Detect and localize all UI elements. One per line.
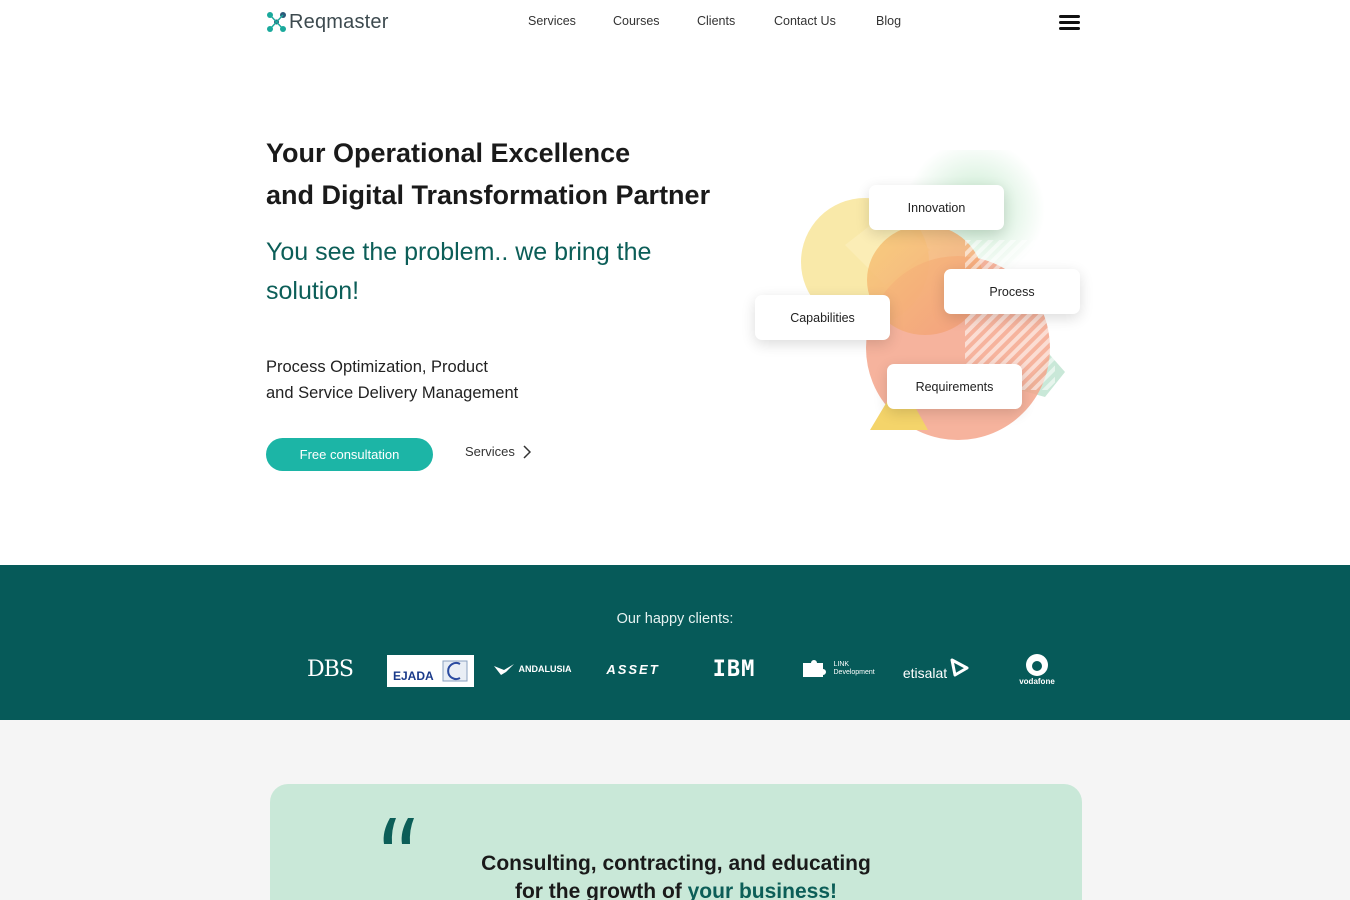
hero-title-line1: Your Operational Excellence <box>266 138 631 168</box>
vodafone-speechmark-icon <box>1026 653 1048 676</box>
card-innovation: Innovation <box>869 185 1004 230</box>
logo-mark-icon <box>267 12 286 32</box>
client-logo-asset: ASSET <box>594 649 672 689</box>
chevron-right-icon <box>523 444 531 459</box>
quote-mark-icon <box>383 818 414 844</box>
nav-services[interactable]: Services <box>528 14 576 28</box>
hero-description: Process Optimization, Product and Servic… <box>266 354 586 406</box>
site-header: Reqmaster Services Courses Clients Conta… <box>0 0 1350 44</box>
client-etisalat-text: etisalat <box>902 665 948 681</box>
client-logo-andalusia: ANDALUSIA <box>492 649 572 689</box>
client-andalusia-text: ANDALUSIA <box>518 664 572 674</box>
hero-title-line2: and Digital Transformation Partner <box>266 180 711 210</box>
nav-blog[interactable]: Blog <box>876 14 901 28</box>
client-asset-text: ASSET <box>606 661 660 677</box>
quote-line2-prefix: for the growth of <box>514 880 688 900</box>
quote-section: Consulting, contracting, and educating f… <box>0 720 1350 900</box>
quote-line1: Consulting, contracting, and educating <box>481 852 871 875</box>
card-capabilities: Capabilities <box>755 295 890 340</box>
hero-subtitle: You see the problem.. we bring the solut… <box>266 238 652 305</box>
hero-desc-line2: and Service Delivery Management <box>266 384 519 402</box>
services-link-label: Services <box>465 444 515 459</box>
services-link[interactable]: Services <box>465 444 531 459</box>
hamburger-menu-icon[interactable] <box>1059 15 1080 30</box>
client-logo-ibm: IBM <box>704 649 764 689</box>
etisalat-mark-icon <box>950 658 969 677</box>
card-process: Process <box>944 269 1080 314</box>
nav-clients[interactable]: Clients <box>697 14 735 28</box>
client-logo-link-development: LINK Development <box>797 649 877 689</box>
client-logo-dbs: DBS <box>300 649 360 689</box>
hero-desc-line1: Process Optimization, Product <box>266 358 488 376</box>
client-vodafone-text: vodafone <box>1019 676 1055 686</box>
ejada-emblem-icon <box>442 660 468 682</box>
quote-card: Consulting, contracting, and educating f… <box>270 784 1082 900</box>
client-dbs-text: DBS <box>307 656 354 682</box>
logo-text: Reqmaster <box>289 10 389 33</box>
quote-text: Consulting, contracting, and educating f… <box>270 850 1082 900</box>
client-logo-etisalat: etisalat <box>900 649 972 689</box>
client-ejada-text: EJADA <box>393 669 434 683</box>
hero-illustration: Innovation Process Capabilities Requirem… <box>750 150 1090 440</box>
puzzle-piece-icon <box>802 660 826 677</box>
client-logo-ejada: EJADA <box>387 655 474 687</box>
card-requirements: Requirements <box>887 364 1022 409</box>
client-logo-vodafone: vodafone <box>1012 649 1062 689</box>
clients-title: Our happy clients: <box>616 611 734 627</box>
clients-section: Our happy clients: DBS EJADA ANDALUSIA A… <box>0 565 1350 720</box>
client-ibm-text: IBM <box>712 656 756 682</box>
client-link-text: LINK Development <box>833 661 875 676</box>
logo[interactable]: Reqmaster <box>266 8 389 36</box>
quote-line2-highlight: your business! <box>687 880 837 900</box>
free-consultation-button[interactable]: Free consultation <box>266 438 433 471</box>
andalusia-bird-icon <box>493 664 514 675</box>
nav-courses[interactable]: Courses <box>613 14 660 28</box>
hero-title: Your Operational Excellence and Digital … <box>266 132 766 216</box>
nav-contact-us[interactable]: Contact Us <box>774 14 836 28</box>
